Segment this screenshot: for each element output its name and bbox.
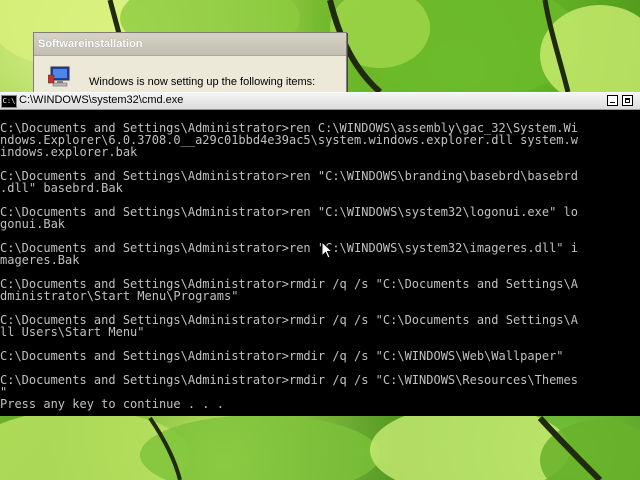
cmd-titlebar[interactable]: C:\ C:\WINDOWS\system32\cmd.exe: [0, 92, 640, 110]
console-line: .dll" basebrd.Bak: [0, 181, 123, 195]
install-dialog-title: Softwareinstallation: [38, 38, 143, 50]
console-output[interactable]: C:\Documents and Settings\Administrator>…: [0, 122, 640, 412]
console-line: C:\Documents and Settings\Administrator>…: [0, 373, 578, 387]
computer-setup-icon: [48, 66, 70, 87]
console-line: Press any key to continue . . .: [0, 397, 224, 411]
cmd-window-title: C:\WINDOWS\system32\cmd.exe: [19, 94, 184, 106]
console-line: C:\Documents and Settings\Administrator>…: [0, 205, 578, 219]
cmd-icon[interactable]: C:\: [1, 95, 17, 108]
console-line: ll Users\Start Menu": [0, 325, 145, 339]
maximize-button[interactable]: [622, 95, 633, 106]
console-line: gonui.Bak: [0, 217, 66, 231]
console-line: mageres.Bak: [0, 253, 80, 267]
console-line: indows.explorer.bak: [0, 145, 138, 159]
mouse-pointer-icon: [321, 241, 333, 259]
cmd-window[interactable]: C:\ C:\WINDOWS\system32\cmd.exe C:\Docum…: [0, 92, 640, 416]
console-line: C:\Documents and Settings\Administrator>…: [0, 349, 564, 363]
install-dialog-message: Windows is now setting up the following …: [89, 76, 316, 88]
console-line: C:\Documents and Settings\Administrator>…: [0, 241, 578, 255]
console-line: dministrator\Start Menu\Programs": [0, 289, 239, 303]
minimize-button[interactable]: [607, 95, 618, 106]
install-dialog-titlebar[interactable]: Softwareinstallation: [34, 33, 346, 56]
